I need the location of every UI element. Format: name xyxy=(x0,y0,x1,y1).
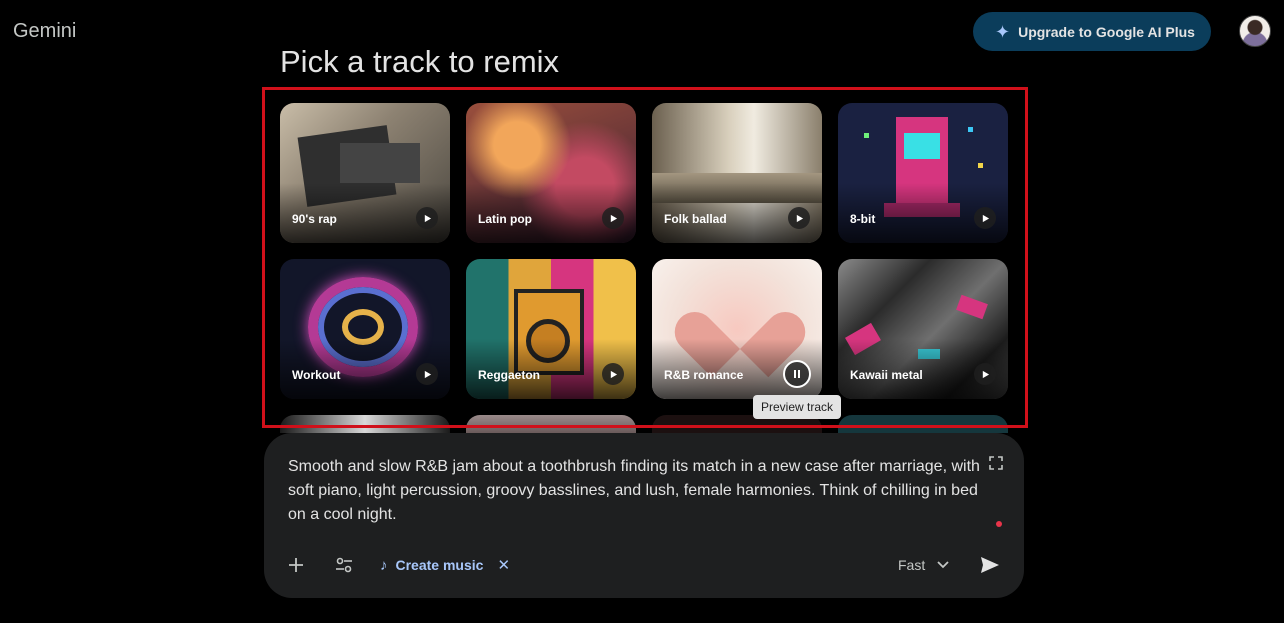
page-title: Pick a track to remix xyxy=(280,44,560,79)
create-music-chip[interactable]: ♪ Create music ✕ xyxy=(380,551,510,579)
send-button[interactable] xyxy=(976,551,1004,579)
prompt-input[interactable]: Smooth and slow R&B jam about a toothbru… xyxy=(288,455,988,527)
recording-indicator xyxy=(996,521,1002,527)
upgrade-button[interactable]: ✦ Upgrade to Google AI Plus xyxy=(973,12,1211,51)
avatar[interactable] xyxy=(1239,15,1271,47)
upgrade-label: Upgrade to Google AI Plus xyxy=(1018,23,1195,40)
tools-icon[interactable] xyxy=(330,551,358,579)
mode-label: Fast xyxy=(898,557,926,573)
gemini-logo[interactable]: Gemini xyxy=(13,20,76,43)
expand-icon[interactable] xyxy=(988,455,1004,471)
send-icon xyxy=(981,557,999,573)
close-icon[interactable]: ✕ xyxy=(497,556,510,574)
mode-selector[interactable]: Fast xyxy=(898,551,949,579)
chip-label: Create music xyxy=(395,557,484,573)
selection-highlight xyxy=(262,87,1028,428)
sparkle-icon: ✦ xyxy=(995,21,1011,42)
composer-toolbar: ♪ Create music ✕ Fast xyxy=(264,547,1024,583)
add-icon[interactable] xyxy=(282,551,310,579)
chevron-down-icon xyxy=(937,561,949,569)
music-note-icon: ♪ xyxy=(380,556,388,574)
preview-tooltip: Preview track xyxy=(753,395,842,419)
prompt-composer: Smooth and slow R&B jam about a toothbru… xyxy=(264,433,1024,598)
